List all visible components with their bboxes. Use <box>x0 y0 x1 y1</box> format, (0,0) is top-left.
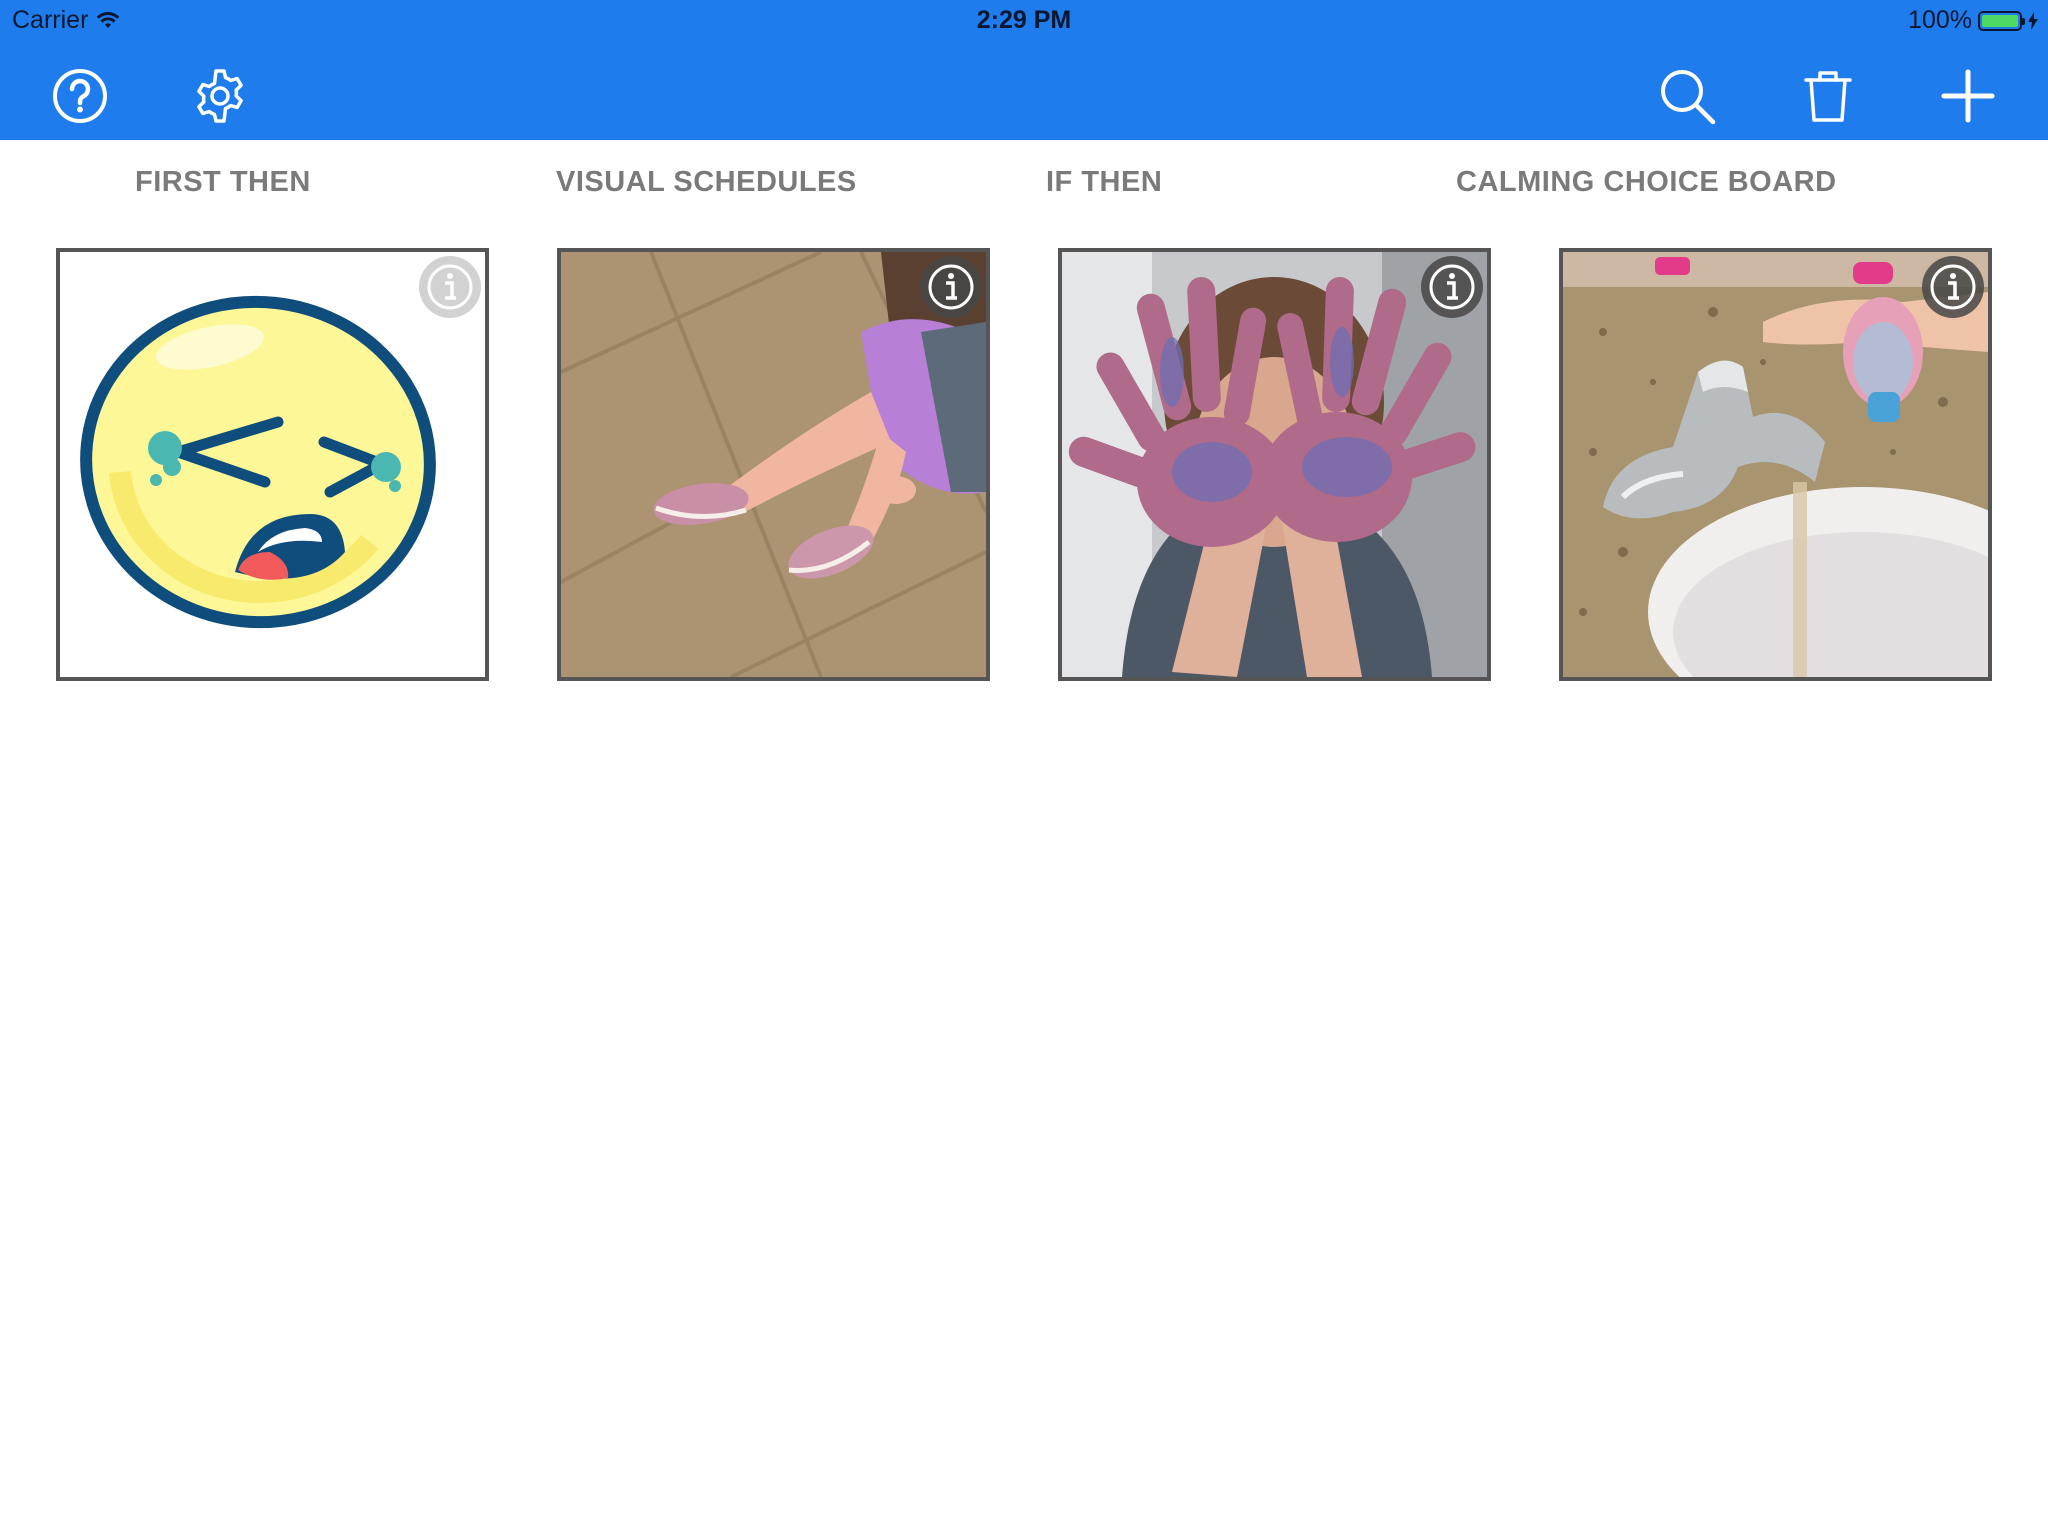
crying-emoji-image <box>60 252 485 677</box>
category-card-calming-choice-board[interactable] <box>1559 248 1992 681</box>
category-card-if-then[interactable] <box>1058 248 1491 681</box>
status-battery-group: 100% <box>1908 6 2038 35</box>
add-button[interactable] <box>1938 66 1998 126</box>
info-button-if-then[interactable] <box>1421 256 1483 318</box>
child-putting-on-shoes-photo <box>561 252 986 677</box>
battery-icon <box>1978 10 2025 31</box>
info-icon <box>1930 264 1976 310</box>
search-icon <box>1661 70 1716 125</box>
battery-percent: 100% <box>1908 6 1972 34</box>
handwashing-sink-photo <box>1563 252 1988 677</box>
battery-fill <box>1982 14 2018 27</box>
info-icon <box>1429 264 1475 310</box>
status-time: 2:29 PM <box>976 6 1072 34</box>
help-icon <box>53 69 107 123</box>
delete-button[interactable] <box>1798 66 1858 126</box>
top-bar: Carrier 2:29 PM 100% <box>0 0 2048 140</box>
gear-icon <box>197 69 243 123</box>
status-bar: Carrier 2:29 PM 100% <box>0 0 2048 40</box>
plus-icon <box>1941 69 1995 123</box>
category-label-visual-schedules[interactable]: VISUAL SCHEDULES <box>556 166 857 199</box>
settings-button[interactable] <box>190 66 250 126</box>
category-card-first-then[interactable] <box>56 248 489 681</box>
info-icon <box>427 264 473 310</box>
child-painted-hands-photo <box>1062 252 1487 677</box>
info-icon <box>928 264 974 310</box>
help-button[interactable] <box>50 66 110 126</box>
category-label-calming-choice-board[interactable]: CALMING CHOICE BOARD <box>1456 166 1837 199</box>
category-label-first-then[interactable]: FIRST THEN <box>135 166 311 199</box>
category-label-if-then[interactable]: IF THEN <box>1046 166 1162 199</box>
info-button-first-then[interactable] <box>419 256 481 318</box>
info-button-calming-choice-board[interactable] <box>1922 256 1984 318</box>
charging-bolt-icon <box>2028 11 2038 30</box>
search-button[interactable] <box>1657 66 1717 126</box>
trash-icon <box>1804 71 1852 122</box>
app-root: Carrier 2:29 PM 100% FIRST THEN VISUAL S… <box>0 0 2048 1536</box>
category-card-visual-schedules[interactable] <box>557 248 990 681</box>
info-button-visual-schedules[interactable] <box>920 256 982 318</box>
